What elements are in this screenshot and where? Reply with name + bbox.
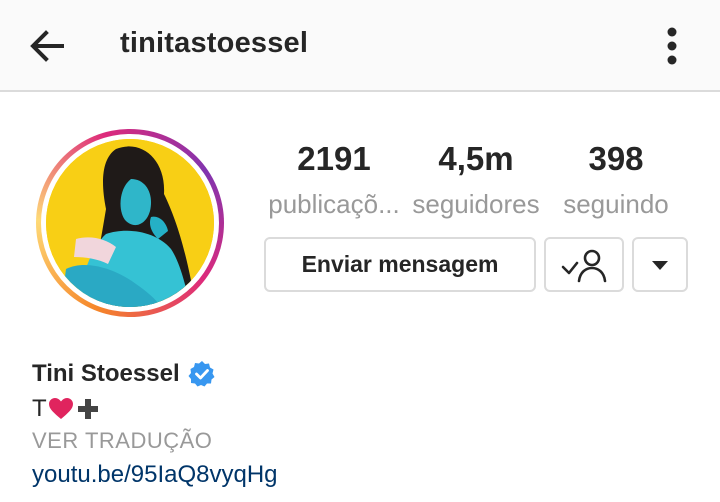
profile-name: Tini Stoessel <box>32 360 180 387</box>
following-label: seguindo <box>563 189 669 219</box>
website-link[interactable]: youtu.be/95IaQ8vyqHg <box>32 461 278 489</box>
more-options-button[interactable] <box>655 22 689 70</box>
following-count: 398 <box>588 140 644 177</box>
stat-followers[interactable]: 4,5m seguidores <box>406 140 546 224</box>
profile-username: tinitastoessel <box>120 27 309 59</box>
followers-label: seguidores <box>412 189 540 219</box>
caret-down-icon <box>652 260 668 270</box>
profile-bio: T <box>32 395 100 423</box>
top-bar: tinitastoessel <box>0 0 720 92</box>
following-check-person-icon <box>561 249 607 282</box>
posts-label: publicaçõ... <box>268 189 400 219</box>
send-message-button[interactable]: Enviar mensagem <box>264 237 536 292</box>
back-button[interactable] <box>22 24 74 68</box>
profile-name-row: Tini Stoessel <box>32 360 216 388</box>
bio-text: T <box>32 395 47 422</box>
suggestions-dropdown-button[interactable] <box>632 237 688 292</box>
followers-count: 4,5m <box>438 140 514 177</box>
heart-icon <box>48 398 73 419</box>
following-button[interactable] <box>544 237 624 292</box>
avatar <box>46 139 214 307</box>
stat-following[interactable]: 398 seguindo <box>556 140 676 224</box>
send-message-label: Enviar mensagem <box>301 251 499 277</box>
stat-posts[interactable]: 2191 publicaçõ... <box>262 140 406 224</box>
verified-badge-icon <box>188 361 215 387</box>
arrow-left-icon <box>30 30 64 62</box>
vertical-ellipsis-icon <box>667 27 677 65</box>
posts-count: 2191 <box>297 140 371 177</box>
see-translation-link[interactable]: VER TRADUÇÃO <box>32 428 212 454</box>
avatar-story-ring[interactable] <box>36 129 224 317</box>
plus-icon <box>77 399 98 419</box>
profile-photo <box>46 139 214 307</box>
